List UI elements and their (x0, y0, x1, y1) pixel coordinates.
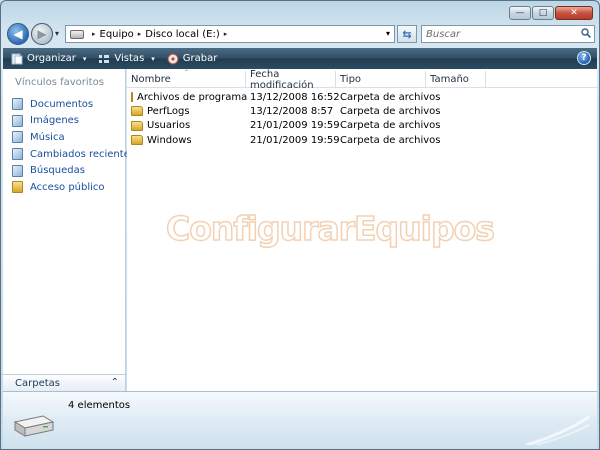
sidebar-item-searches[interactable]: Búsquedas (12, 162, 139, 179)
folders-toggle[interactable]: Carpetas ⌃ (3, 374, 125, 391)
sidebar-item-label: Música (30, 131, 65, 143)
column-header-type[interactable]: Tipo (336, 71, 426, 88)
favorites-header: Vínculos favoritos (15, 77, 104, 88)
sidebar-item-music[interactable]: Música (12, 129, 139, 146)
file-name: PerfLogs (147, 105, 190, 117)
close-button[interactable]: ✕ (555, 6, 593, 20)
chevron-down-icon: ▾ (151, 54, 155, 63)
sidebar-item-public[interactable]: Acceso público (12, 179, 139, 196)
table-row[interactable]: Usuarios 21/01/2009 19:59 Carpeta de arc… (127, 119, 441, 133)
caption-buttons: — □ ✕ (509, 6, 593, 20)
details-pane: 4 elementos (3, 391, 597, 449)
file-date: 21/01/2009 19:59 (250, 120, 340, 132)
file-name: Archivos de programa (137, 91, 248, 103)
folder-icon (131, 106, 143, 117)
file-date: 13/12/2008 8:57 (250, 105, 334, 117)
breadcrumb-computer[interactable]: Equipo (100, 29, 134, 40)
sidebar-item-label: Acceso público (30, 181, 105, 193)
burn-button[interactable]: Grabar (167, 53, 218, 65)
column-header-row: Nombre Fecha modificación Tipo Tamaño (127, 69, 597, 91)
back-button[interactable]: ◀ (7, 23, 29, 45)
file-date: 13/12/2008 16:52 (250, 91, 340, 103)
file-type: Carpeta de archivos (340, 120, 441, 132)
searches-icon (12, 164, 23, 177)
decorative-swoosh-icon (525, 415, 590, 445)
sidebar-item-label: Cambiados reciente... (30, 148, 140, 160)
watermark: ConfigurarEquipos (165, 208, 495, 249)
folder-icon (131, 92, 133, 103)
views-button[interactable]: Vistas ▾ (98, 53, 155, 65)
file-name-cell: Windows (127, 135, 246, 146)
search-icon[interactable] (581, 28, 591, 38)
recent-pages-dropdown-icon[interactable]: ▾ (55, 29, 59, 38)
file-name: Usuarios (147, 120, 191, 132)
music-icon (12, 131, 23, 144)
sidebar-item-pictures[interactable]: Imágenes (12, 113, 139, 130)
help-icon[interactable]: ? (577, 51, 591, 65)
command-bar: Organizar ▾ Vistas ▾ Grabar ? (3, 48, 597, 69)
folder-icon (131, 120, 143, 131)
organize-button[interactable]: Organizar ▾ (11, 53, 86, 65)
address-bar[interactable]: ▸ Equipo ▸ Disco local (E:) ▸ ▾ (65, 25, 395, 43)
chevron-right-icon[interactable]: ▸ (224, 30, 228, 38)
documents-icon (12, 98, 23, 111)
views-label: Vistas (114, 53, 145, 64)
breadcrumb-local-disk[interactable]: Disco local (E:) (145, 29, 219, 40)
column-header-name[interactable]: Nombre (127, 71, 246, 88)
pictures-icon (12, 114, 23, 127)
refresh-button[interactable]: ⇆ (397, 25, 417, 43)
forward-button[interactable]: ▶ (31, 23, 53, 45)
minimize-button[interactable]: — (509, 6, 531, 20)
sidebar-item-label: Búsquedas (30, 165, 85, 177)
sidebar-item-recently-changed[interactable]: Cambiados reciente... (12, 146, 139, 163)
organize-icon (11, 53, 23, 64)
chevron-down-icon: ▾ (82, 54, 87, 63)
hard-drive-icon (13, 415, 55, 437)
file-name-cell: Usuarios (127, 120, 246, 131)
burn-label: Grabar (182, 53, 218, 64)
organize-label: Organizar (27, 53, 76, 64)
folder-icon (131, 135, 143, 146)
search-placeholder: Buscar (426, 28, 461, 40)
chevron-up-icon[interactable]: ⌃ (111, 377, 119, 388)
file-name-cell: PerfLogs (127, 106, 246, 117)
column-header-size[interactable]: Tamaño (426, 71, 486, 88)
table-row[interactable]: PerfLogs 13/12/2008 8:57 Carpeta de arch… (127, 104, 441, 118)
address-dropdown-icon[interactable]: ▾ (386, 29, 390, 38)
file-name: Windows (147, 134, 192, 146)
chevron-right-icon[interactable]: ▸ (138, 30, 142, 38)
column-header-date[interactable]: Fecha modificación (246, 69, 336, 91)
sidebar-item-label: Imágenes (30, 115, 80, 127)
table-row[interactable]: Windows 21/01/2009 19:59 Carpeta de arch… (127, 133, 441, 147)
file-rows: Archivos de programa 13/12/2008 16:52 Ca… (127, 90, 441, 147)
views-icon (99, 54, 110, 63)
folders-label: Carpetas (15, 377, 60, 389)
public-folder-icon (12, 181, 23, 194)
chevron-right-icon[interactable]: ▸ (92, 30, 96, 38)
recent-icon (12, 148, 23, 161)
file-type: Carpeta de archivos (340, 134, 441, 146)
file-name-cell: Archivos de programa (127, 91, 248, 103)
file-type: Carpeta de archivos (340, 105, 441, 117)
navigation-pane: Vínculos favoritos Documentos Imágenes M… (3, 69, 139, 391)
favorite-links: Documentos Imágenes Música Cambiados rec… (12, 96, 139, 196)
table-row[interactable]: Archivos de programa 13/12/2008 16:52 Ca… (127, 90, 441, 104)
item-count: 4 elementos (68, 400, 131, 411)
search-input[interactable]: Buscar (421, 25, 595, 43)
file-date: 21/01/2009 19:59 (250, 134, 340, 146)
drive-icon (70, 29, 84, 39)
burn-disc-icon (167, 53, 179, 64)
sidebar-item-documents[interactable]: Documentos (12, 96, 139, 113)
file-type: Carpeta de archivos (340, 91, 441, 103)
navigation-row: ◀ ▶ ▾ ▸ Equipo ▸ Disco local (E:) ▸ ▾ ⇆ … (7, 23, 595, 45)
maximize-button[interactable]: □ (532, 6, 554, 20)
sidebar-item-label: Documentos (30, 98, 94, 110)
explorer-window: — □ ✕ ◀ ▶ ▾ ▸ Equipo ▸ Disco local (E:) … (0, 0, 600, 450)
